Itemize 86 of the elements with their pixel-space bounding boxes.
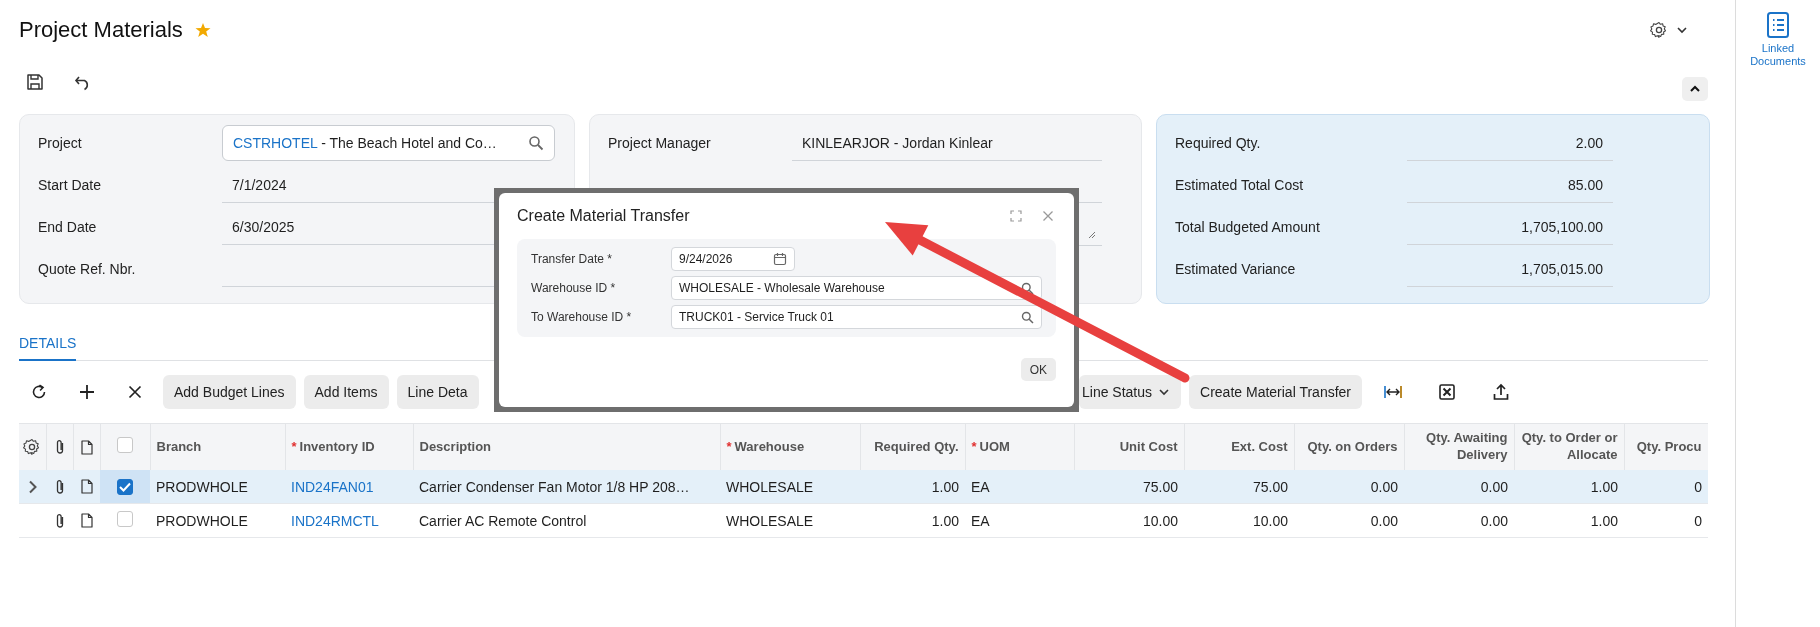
table-cell: 0.00 [1480,478,1508,495]
toolbar-button[interactable]: Add Budget Lines [163,375,296,409]
table-cell: Carrier Condenser Fan Motor 1/8 HP 208… [419,478,690,495]
field-label: Transfer Date * [531,252,613,266]
column-header[interactable]: Description [419,438,491,456]
field-label: Project Manager [608,134,712,153]
item-link[interactable]: IND24RMCTL [291,512,379,529]
column-header[interactable]: Branch [156,438,202,456]
text-field[interactable]: KINLEARJOR - Jordan Kinlear [792,125,1102,161]
close-icon[interactable] [1042,210,1054,222]
field-label: Required Qty. [1175,134,1262,153]
field-label: To Warehouse ID * [531,310,633,324]
fit-columns-icon[interactable] [1383,384,1403,400]
expand-row-icon[interactable] [27,479,38,494]
paperclip-icon [54,512,65,529]
table-cell: 0 [1694,478,1702,495]
field-label: Total Budgeted Amount [1175,218,1321,237]
checkbox[interactable] [117,478,133,495]
table-cell: 10.00 [1142,512,1178,529]
table-cell: 0.00 [1480,512,1508,529]
date-field[interactable]: 9/24/2026 [671,247,795,271]
document-icon [80,439,93,455]
field-label: Warehouse ID * [531,281,617,295]
chevron-down-icon[interactable] [1676,24,1688,36]
delete-icon[interactable] [126,383,144,401]
lookup-field[interactable]: CSTRHOTEL - The Beach Hotel and Co… [222,125,555,161]
dropdown-button[interactable]: Line Status [1079,375,1182,409]
lookup-field[interactable]: TRUCK01 - Service Truck 01 [671,305,1042,329]
table-cell: Carrier AC Remote Control [419,512,587,529]
table-cell: 75.00 [1252,478,1288,495]
amount-field: 2.00 [1407,125,1613,161]
column-settings-icon[interactable] [23,438,42,456]
table-cell: EA [971,478,990,495]
table-cell: 1.00 [1590,478,1618,495]
linked-documents-button[interactable]: Linked Documents [1743,11,1813,68]
field-label: Quote Ref. Nbr. [38,260,137,279]
table-cell: 75.00 [1142,478,1178,495]
column-header[interactable]: Ext. Cost [1231,438,1288,456]
calendar-icon[interactable] [773,252,787,266]
search-icon[interactable] [528,135,544,151]
paperclip-icon [54,439,65,455]
add-icon[interactable] [78,383,96,401]
caret-icon[interactable] [1158,386,1171,398]
table-cell: 10.00 [1252,512,1288,529]
table-cell: 0.00 [1370,512,1398,529]
settings-icon[interactable] [1650,21,1668,39]
toolbar-button[interactable]: Add Items [303,375,389,409]
column-header[interactable]: * UOM [971,438,1010,456]
table-cell: WHOLESALE [726,478,814,495]
table-cell: 0 [1694,512,1702,529]
document-icon [80,513,93,528]
table-cell: PRODWHOLE [156,512,248,529]
page-title: Project Materials [19,17,183,43]
field-label: Project [38,134,83,153]
amount-field: 85.00 [1407,167,1613,203]
field-label: Estimated Variance [1175,260,1297,279]
amount-field: 1,705,015.00 [1407,251,1613,287]
checkbox[interactable] [117,511,133,527]
table-cell: 1.00 [931,512,959,529]
table-cell: 0.00 [1370,478,1398,495]
tab[interactable]: DETAILS [19,335,77,361]
table-cell: EA [971,512,990,529]
resize-handle-icon [1088,231,1096,239]
document-icon [80,479,93,494]
collapse-button[interactable] [1682,77,1708,101]
upload-icon[interactable] [1492,383,1510,401]
field-label: Start Date [38,176,103,195]
field-label: Estimated Total Cost [1175,176,1305,195]
table-cell: PRODWHOLE [156,478,248,495]
excel-export-icon[interactable] [1438,383,1456,401]
refresh-icon[interactable] [30,383,48,401]
table-cell: WHOLESALE [726,512,814,529]
checkbox[interactable] [117,436,133,453]
ok-button[interactable]: OK [1020,358,1056,381]
table-cell: 1.00 [931,478,959,495]
lookup-field[interactable]: WHOLESALE - Wholesale Warehouse [671,276,1042,300]
paperclip-icon [54,478,65,495]
table-cell: 1.00 [1590,512,1618,529]
toolbar-button[interactable]: Create Material Transfer [1189,375,1362,409]
save-icon[interactable] [25,72,45,92]
field-label: End Date [38,218,98,237]
document-list-icon [1766,11,1790,39]
search-icon[interactable] [1021,310,1034,324]
search-icon[interactable] [1021,281,1034,295]
amount-field: 1,705,100.00 [1407,209,1613,245]
toolbar-button[interactable]: Line Deta [396,375,479,409]
